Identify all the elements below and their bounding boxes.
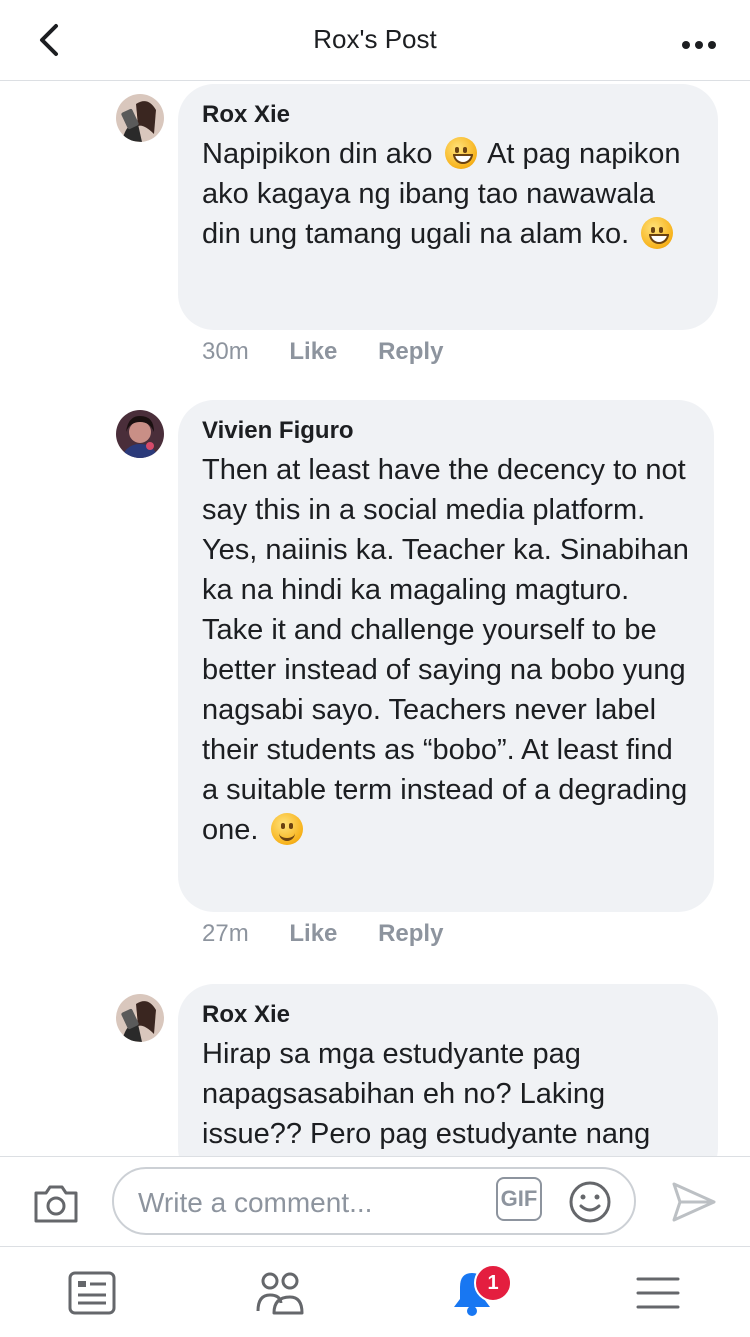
- comment-bubble[interactable]: Rox Xie Hirap sa mga estudyante pag napa…: [178, 984, 718, 1156]
- news-feed-icon[interactable]: [66, 1269, 118, 1317]
- comment-thread: Rox Xie Napipikon din ako At pag napikon…: [0, 80, 750, 1156]
- top-bar: Rox's Post: [0, 0, 750, 81]
- gif-button[interactable]: GIF: [496, 1177, 542, 1221]
- like-button[interactable]: Like: [289, 338, 337, 365]
- grinning-face-icon: [444, 137, 477, 169]
- comment-bubble[interactable]: Vivien Figuro Then at least have the dec…: [178, 400, 714, 912]
- menu-icon[interactable]: [632, 1269, 684, 1317]
- comment-actions: 30m Like Reply: [202, 338, 477, 366]
- comment-text: Hirap sa mga estudyante pag napagsasabih…: [202, 1038, 651, 1150]
- bottom-navigation: [0, 1246, 750, 1337]
- reply-button[interactable]: Reply: [378, 338, 443, 365]
- smiley-icon[interactable]: [568, 1180, 612, 1224]
- comment-author[interactable]: Rox Xie: [202, 1000, 694, 1030]
- friends-icon[interactable]: [254, 1269, 306, 1317]
- comment-input-placeholder: Write a comment...: [138, 1187, 373, 1218]
- avatar[interactable]: [116, 994, 164, 1042]
- comment-timestamp: 27m: [202, 920, 249, 947]
- camera-icon[interactable]: [32, 1181, 80, 1225]
- comment-text: Napipikon din ako At pag napikon ako kag…: [202, 137, 681, 250]
- like-button[interactable]: Like: [289, 920, 337, 947]
- notification-badge: 1: [474, 1264, 512, 1302]
- reply-button[interactable]: Reply: [378, 920, 443, 947]
- grinning-face-icon: [641, 217, 674, 249]
- comment-actions: 27m Like Reply: [202, 920, 477, 948]
- comment-text: Then at least have the decency to not sa…: [202, 454, 689, 846]
- comment-composer: Write a comment...: [0, 1156, 750, 1247]
- slightly-smiling-face-icon: [270, 813, 303, 845]
- page-title: Rox's Post: [313, 24, 437, 54]
- comment-input[interactable]: Write a comment...: [112, 1167, 636, 1235]
- avatar[interactable]: [116, 94, 164, 142]
- send-icon[interactable]: [670, 1180, 718, 1224]
- comment-bubble[interactable]: Rox Xie Napipikon din ako At pag napikon…: [178, 84, 718, 330]
- comment-author[interactable]: Rox Xie: [202, 100, 694, 130]
- more-dots-icon[interactable]: [682, 36, 722, 49]
- avatar[interactable]: [116, 410, 164, 458]
- comment-timestamp: 30m: [202, 338, 249, 365]
- comment-author[interactable]: Vivien Figuro: [202, 416, 690, 446]
